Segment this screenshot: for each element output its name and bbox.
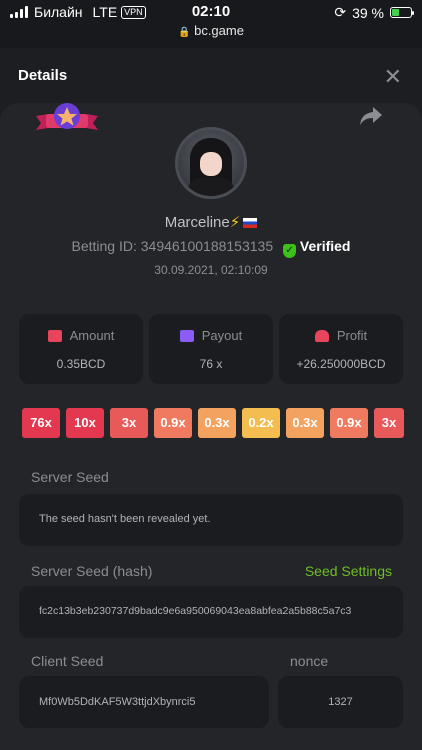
seed-settings-link[interactable]: Seed Settings [305, 563, 392, 579]
share-icon[interactable] [360, 107, 382, 131]
amount-label: Amount [69, 328, 115, 343]
multiplier-row: 76x 10x 3x 0.9x 0.3x 0.2x 0.3x 0.9x 3x [22, 408, 404, 438]
multiplier-chip: 0.3x [198, 408, 236, 438]
status-right: ⟳ 39 % [334, 4, 414, 21]
server-seed-field: The seed hasn't been revealed yet. [19, 494, 403, 546]
multiplier-chip: 10x [66, 408, 104, 438]
profit-card: Profit +26.250000BCD [279, 314, 403, 384]
shield-check-icon: ✓ [283, 244, 297, 258]
url-text: bc.game [194, 23, 244, 38]
url-bar[interactable]: 🔒 bc.game [0, 23, 422, 38]
multiplier-chip: 76x [22, 408, 60, 438]
server-seed-hash-label: Server Seed (hash) [31, 563, 153, 579]
bet-date: 30.09.2021, 02:10:09 [154, 263, 268, 277]
betting-id-line: Betting ID: 34946100188153135 ✓ Verified [0, 238, 422, 258]
details-header: Details ✕ [0, 48, 422, 103]
battery-percent: 39 % [352, 4, 384, 21]
multiplier-chip: 0.9x [154, 408, 192, 438]
nonce-label: nonce [290, 653, 329, 669]
page-title: Details [18, 67, 68, 84]
battery-icon [390, 7, 414, 18]
verified-badge: ✓ Verified [283, 238, 351, 258]
profit-label: Profit [336, 328, 368, 343]
username-line: Marceline⚡ [0, 213, 422, 231]
multiplier-chip: 0.9x [330, 408, 368, 438]
vip-badge-icon [36, 103, 98, 130]
multiplier-chip: 0.3x [286, 408, 324, 438]
amount-value: 0.35BCD [56, 357, 106, 371]
multiplier-chip: 0.2x [242, 408, 280, 438]
profit-value: +26.250000BCD [296, 357, 386, 371]
payout-value: 76 x [199, 357, 223, 371]
server-seed-hash-field[interactable]: fc2c13b3eb230737d9badc9e6a950069043ea8ab… [19, 586, 403, 638]
username: Marceline [164, 214, 230, 231]
client-seed-field[interactable]: Mf0Wb5DdKAF5W3ttjdXbynrci5 [19, 676, 269, 728]
betting-id: 34946100188153135 [140, 238, 274, 254]
amount-icon [47, 329, 62, 342]
multiplier-chip: 3x [374, 408, 404, 438]
betting-id-label: Betting ID: [71, 238, 137, 254]
russia-flag-icon [243, 218, 258, 229]
amount-card: Amount 0.35BCD [19, 314, 143, 384]
payout-card: Payout 76 x [149, 314, 273, 384]
lock-icon: 🔒 [178, 27, 191, 38]
multiplier-chip: 3x [110, 408, 148, 438]
avatar [175, 127, 247, 199]
lightning-icon: ⚡ [229, 214, 241, 231]
profit-icon [314, 329, 329, 342]
close-icon[interactable]: ✕ [384, 64, 402, 90]
wallet-icon [179, 329, 194, 342]
nonce-field[interactable]: 1327 [278, 676, 403, 728]
client-seed-label: Client Seed [31, 653, 104, 669]
status-bar: Билайн LTE VPN 02:10 🔒 bc.game ⟳ 39 % [0, 0, 422, 48]
rotation-lock-icon: ⟳ [334, 4, 347, 20]
server-seed-label: Server Seed [31, 469, 109, 485]
payout-label: Payout [201, 328, 243, 343]
